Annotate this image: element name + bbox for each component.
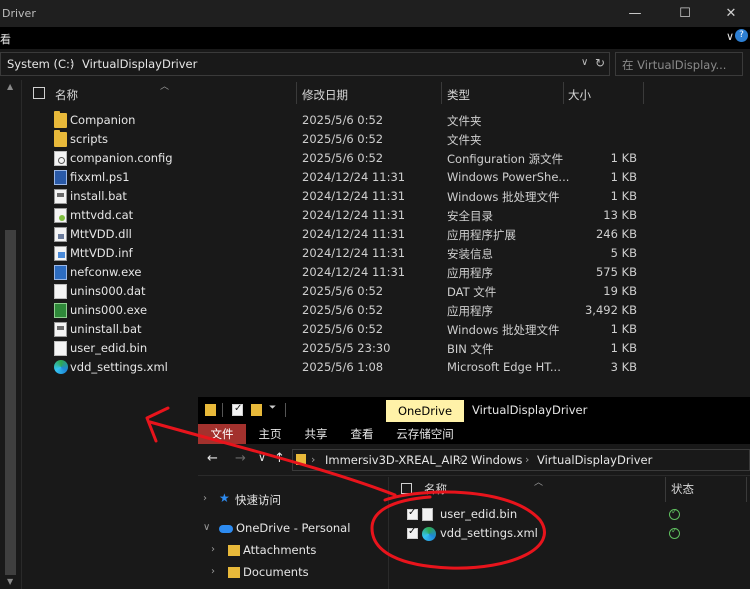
- annotation-circle: [370, 490, 546, 570]
- red-annotation-overlay: [145, 406, 546, 570]
- annotation-arrow-line: [148, 420, 397, 497]
